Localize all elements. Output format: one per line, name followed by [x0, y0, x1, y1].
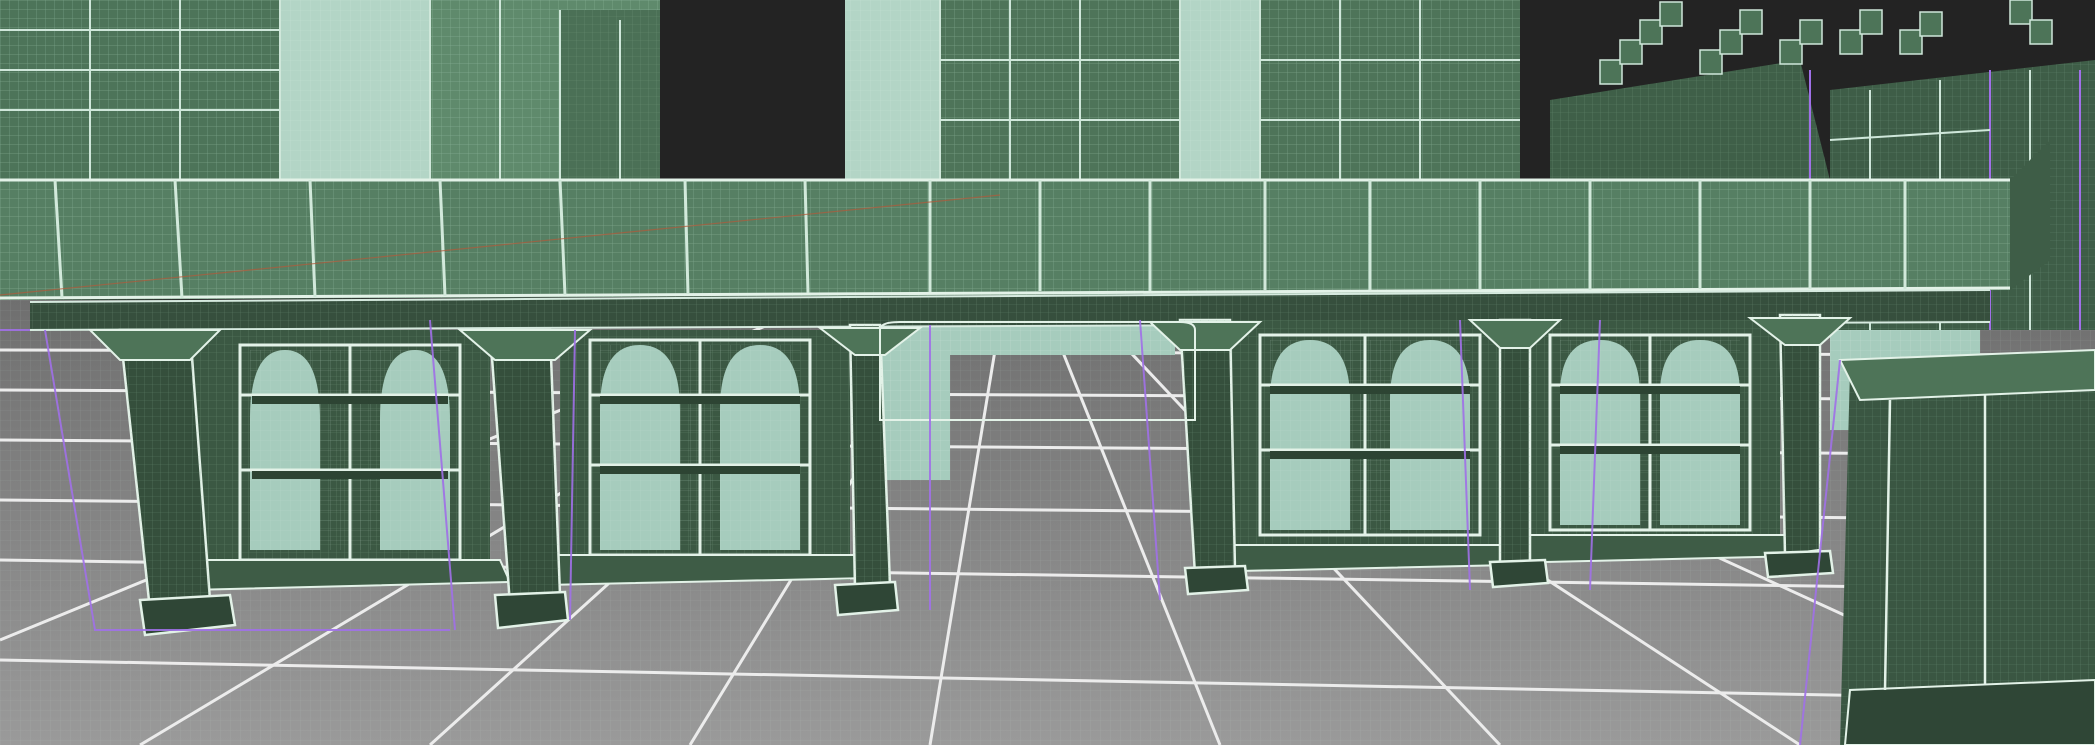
window-bay-right-2 — [1520, 320, 1780, 550]
background-building-left — [0, 0, 660, 180]
foreground-pillar-right — [1838, 348, 2095, 745]
window-bay-left-1 — [190, 330, 490, 580]
3d-viewport[interactable] — [0, 0, 2095, 745]
window-bay-right-1 — [1230, 320, 1500, 560]
window-bay-left-2 — [560, 330, 850, 580]
background-building-center — [845, 0, 1520, 180]
viewport-scene[interactable] — [0, 0, 2095, 745]
